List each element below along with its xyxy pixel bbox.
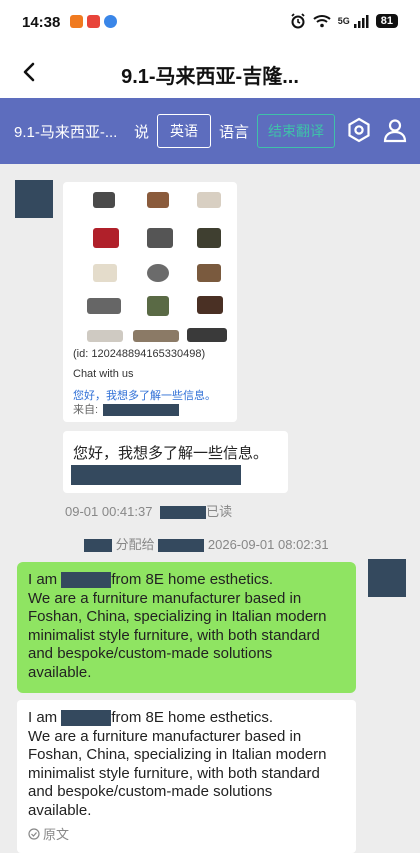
furniture-thumbnail <box>197 296 223 314</box>
language-select-button[interactable]: 英语 <box>157 114 212 148</box>
translated-message-text: I am from 8E home esthetics. We are a fu… <box>28 709 345 820</box>
app-notification-icon <box>87 15 100 28</box>
incoming-message-bubble[interactable]: 您好，我想多了解一些信息。 <box>63 431 288 493</box>
furniture-thumbnail <box>87 298 121 314</box>
furniture-thumbnail <box>147 192 169 208</box>
furniture-thumbnail <box>147 228 173 248</box>
message-line: available. <box>28 663 92 681</box>
furniture-thumbnail <box>93 264 117 282</box>
view-original-button[interactable]: 原文 <box>28 824 69 843</box>
assign-notice: 分配给 2026-09-01 08:02:31 <box>84 534 329 553</box>
furniture-thumbnail <box>197 192 221 208</box>
card-from-row: 来自: <box>73 401 180 417</box>
message-line: I am from 8E home esthetics. <box>28 709 274 727</box>
assign-label: 分配给 <box>115 537 155 552</box>
profile-icon[interactable] <box>382 117 408 143</box>
furniture-thumbnail <box>187 328 227 342</box>
message-timestamp: 09-01 00:41:37 <box>65 504 153 519</box>
status-bar: 14:38 5G 81 <box>0 0 420 46</box>
furniture-thumbnail <box>93 228 119 248</box>
message-line: We are a furniture manufacturer based in <box>28 589 302 607</box>
network-type: 5G <box>337 16 350 26</box>
redacted-name <box>103 404 180 417</box>
contact-avatar[interactable] <box>15 180 53 218</box>
status-indicators: 5G 81 <box>290 13 398 29</box>
app-notification-icon <box>104 15 117 28</box>
alarm-icon <box>291 13 305 29</box>
message-line: minimalist style furniture, with both st… <box>28 626 320 644</box>
furniture-thumbnail <box>197 228 221 248</box>
message-line: We are a furniture manufacturer based in <box>28 727 302 745</box>
card-from-label: 来自: <box>73 404 99 416</box>
say-label: 说 <box>134 123 150 141</box>
end-translation-button[interactable]: 结束翻译 <box>257 114 336 148</box>
language-label: 语言 <box>219 123 250 141</box>
wifi-icon <box>313 15 331 28</box>
title-bar: 9.1-马来西亚-吉隆... <box>0 46 420 98</box>
message-line: I am from 8E home esthetics. <box>28 571 274 589</box>
my-avatar[interactable] <box>368 559 406 597</box>
furniture-thumbnail <box>147 296 169 316</box>
page-title: 9.1-马来西亚-吉隆... <box>121 66 299 88</box>
redacted-name <box>158 539 205 553</box>
message-line: Foshan, China, specializing in Italian m… <box>28 608 327 625</box>
furniture-thumbnail <box>197 264 221 282</box>
notification-icons <box>70 15 117 28</box>
redacted-name <box>84 539 112 553</box>
product-catalog-card[interactable]: (id: 120248894165330498) Chat with us 您好… <box>63 182 237 422</box>
status-time: 14:38 <box>22 14 61 31</box>
message-meta: 09-01 00:41:37 已读 <box>65 501 232 520</box>
card-chat-with: Chat with us <box>73 368 134 380</box>
settings-icon[interactable] <box>346 117 372 143</box>
message-line: Foshan, China, specializing in Italian m… <box>28 746 327 763</box>
outgoing-message-bubble[interactable]: I am from 8E home esthetics. We are a fu… <box>17 562 356 693</box>
message-line: and bespoke/custom-made solutions <box>28 645 273 662</box>
furniture-thumbnail <box>147 264 169 282</box>
redacted-name <box>160 506 207 520</box>
furniture-thumbnail <box>133 330 179 342</box>
message-line: and bespoke/custom-made solutions <box>28 783 273 800</box>
furniture-thumbnail <box>87 330 123 342</box>
signal-icon <box>353 15 369 28</box>
translated-message-bubble[interactable]: I am from 8E home esthetics. We are a fu… <box>17 700 356 853</box>
battery-indicator: 81 <box>375 14 398 28</box>
outgoing-message-text: I am from 8E home esthetics. We are a fu… <box>28 571 345 682</box>
redacted-text <box>71 465 241 485</box>
app-notification-icon <box>70 15 83 28</box>
chat-name: 9.1-马来西亚-... <box>14 123 118 141</box>
furniture-thumbnail <box>93 192 115 208</box>
redacted-name <box>61 572 112 589</box>
original-label: 原文 <box>43 827 70 842</box>
message-line: available. <box>28 801 92 819</box>
card-id-text: (id: 120248894165330498) <box>73 348 206 360</box>
incoming-message-text: 您好，我想多了解一些信息。 <box>73 445 269 462</box>
check-circle-icon <box>28 827 40 840</box>
assign-datetime: 2026-09-01 08:02:31 <box>207 537 329 552</box>
message-line: minimalist style furniture, with both st… <box>28 764 320 782</box>
read-status: 已读 <box>206 504 233 519</box>
redacted-name <box>61 710 112 727</box>
